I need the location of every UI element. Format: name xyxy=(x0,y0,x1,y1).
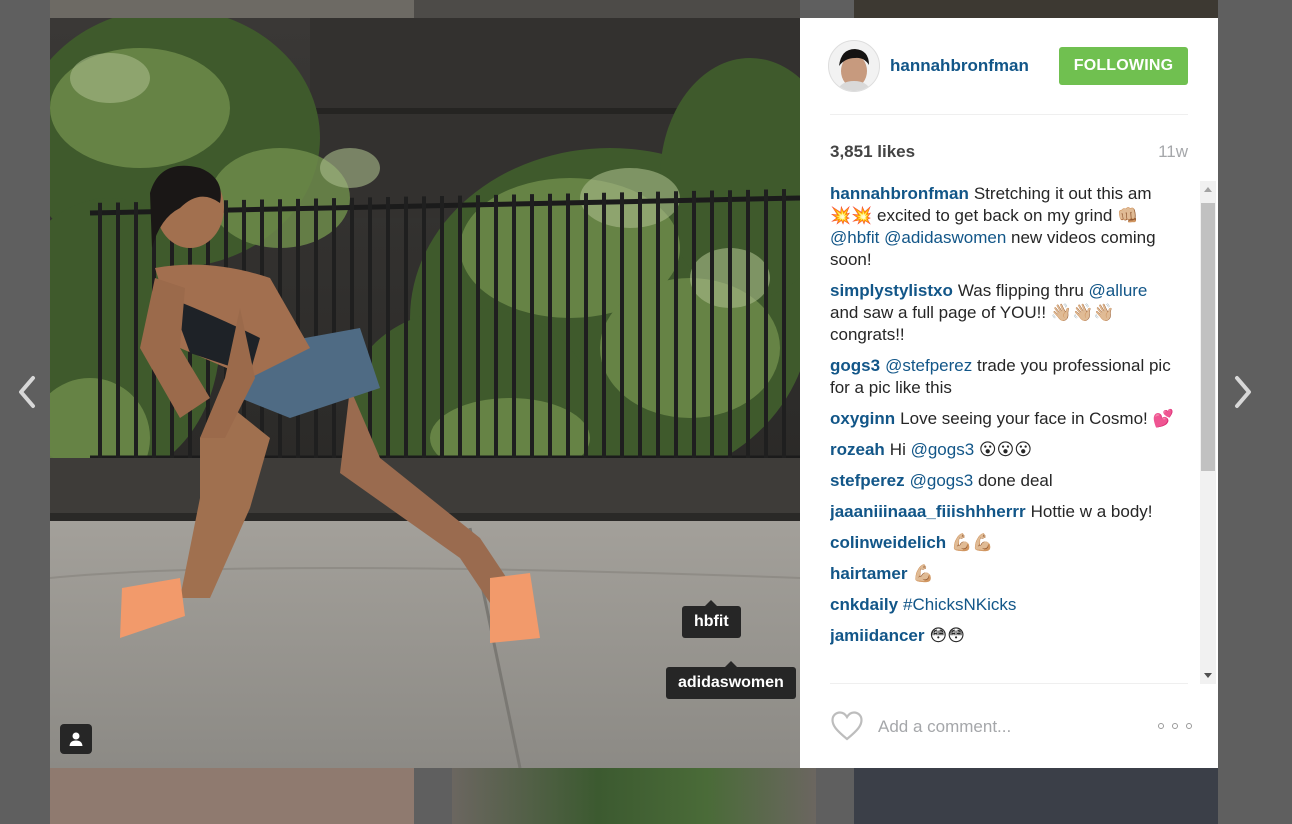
comment-item: stefperez @gogs3 done deal xyxy=(830,470,1175,492)
comment-text: done deal xyxy=(973,471,1053,490)
comment-username[interactable]: rozeah xyxy=(830,440,885,459)
comment-text: 😮😮😮 xyxy=(974,440,1033,459)
comment-text: 😳😳 xyxy=(929,626,965,645)
like-count[interactable]: 3,851 likes xyxy=(830,142,915,162)
post-sidebar: hannahbronfman FOLLOWING 3,851 likes 11w… xyxy=(800,18,1218,768)
scrollbar-thumb[interactable] xyxy=(1201,203,1215,471)
comment-text: 💪🏼 xyxy=(912,564,934,583)
ellipsis-icon xyxy=(1172,723,1178,729)
post-header: hannahbronfman FOLLOWING xyxy=(828,40,1188,92)
following-button[interactable]: FOLLOWING xyxy=(1059,47,1188,85)
comment-input[interactable] xyxy=(876,710,1130,744)
more-options-button[interactable] xyxy=(1158,716,1192,736)
comment-username[interactable]: colinweidelich xyxy=(830,533,946,552)
photo-tag-label: adidaswomen xyxy=(678,674,784,691)
photo-tag-hbfit[interactable]: hbfit xyxy=(682,600,741,638)
previous-post-button[interactable] xyxy=(2,362,52,422)
comment-username[interactable]: simplystylistxo xyxy=(830,281,953,300)
tagged-people-button[interactable] xyxy=(60,724,92,754)
ellipsis-icon xyxy=(1158,723,1164,729)
comment-item: jaaaniiinaaa_fiiishhherrr Hottie w a body… xyxy=(830,501,1175,523)
heart-icon[interactable] xyxy=(830,710,864,742)
background-tile xyxy=(50,0,414,18)
post-photo[interactable]: hbfit adidaswomen xyxy=(50,18,800,768)
chevron-right-icon xyxy=(1235,376,1251,408)
user-tag-icon xyxy=(69,732,83,746)
chevron-left-icon xyxy=(19,376,35,408)
comment-item: gogs3 @stefperez trade you professional p… xyxy=(830,355,1175,399)
comment-item: colinweidelich 💪🏼💪🏼 xyxy=(830,532,1175,554)
divider xyxy=(830,114,1188,115)
divider xyxy=(830,683,1188,684)
post-username[interactable]: hannahbronfman xyxy=(890,56,1029,76)
comment-item: hannahbronfman Stretching it out this am … xyxy=(830,183,1175,271)
comment-username[interactable]: jamiidancer xyxy=(830,626,925,645)
comment-item: jamiidancer 😳😳 xyxy=(830,625,1175,647)
comment-text: Hi xyxy=(889,440,911,459)
comments-scrollbar[interactable] xyxy=(1200,181,1216,684)
comment-username[interactable]: gogs3 xyxy=(830,356,880,375)
comment-mention[interactable]: @gogs3 xyxy=(911,440,975,459)
comment-item: simplystylistxo Was flipping thru @allure… xyxy=(830,280,1175,346)
comment-username[interactable]: hannahbronfman xyxy=(830,184,969,203)
scroll-up-arrow-icon[interactable] xyxy=(1204,187,1212,192)
comment-username[interactable]: oxyginn xyxy=(830,409,895,428)
background-tile xyxy=(854,768,1218,824)
scroll-down-arrow-icon[interactable] xyxy=(1204,673,1212,678)
avatar[interactable] xyxy=(828,40,880,92)
avatar-image xyxy=(829,41,879,91)
background-tile xyxy=(50,768,414,824)
comment-text: Was flipping thru xyxy=(957,281,1089,300)
comment-username[interactable]: jaaaniiinaaa_fiiishhherrr xyxy=(830,502,1026,521)
comment-list[interactable]: hannahbronfman Stretching it out this am … xyxy=(830,183,1198,683)
ellipsis-icon xyxy=(1186,723,1192,729)
comment-item: oxyginn Love seeing your face in Cosmo! 💕 xyxy=(830,408,1175,430)
comment-mention[interactable]: @hbfit xyxy=(830,228,879,247)
photo-tag-adidaswomen[interactable]: adidaswomen xyxy=(666,661,796,699)
comment-username[interactable]: hairtamer xyxy=(830,564,907,583)
comment-text: trade you professional pic for a pic lik… xyxy=(830,356,1171,397)
comment-mention[interactable]: @gogs3 xyxy=(910,471,974,490)
comment-item: rozeah Hi @gogs3 😮😮😮 xyxy=(830,439,1175,461)
next-post-button[interactable] xyxy=(1218,362,1268,422)
comment-mention[interactable]: @adidaswomen xyxy=(884,228,1006,247)
comment-username[interactable]: stefperez xyxy=(830,471,905,490)
comment-item: cnkdaily #ChicksNKicks xyxy=(830,594,1175,616)
comment-text: 💪🏼💪🏼 xyxy=(951,533,994,552)
comment-item: hairtamer 💪🏼 xyxy=(830,563,1175,585)
comment-username[interactable]: cnkdaily xyxy=(830,595,898,614)
post-modal: hbfit adidaswomen hannahbronfman FOLLOWI… xyxy=(50,18,1218,768)
comment-text: and saw a full page of YOU!! 👋🏼👋🏼👋🏼 cong… xyxy=(830,303,1115,344)
comment-mention[interactable]: @allure xyxy=(1089,281,1148,300)
background-tile xyxy=(414,0,800,18)
background-tile xyxy=(854,0,1218,18)
background-tile xyxy=(452,768,816,824)
comment-mention[interactable]: @stefperez xyxy=(885,356,972,375)
photo-scene xyxy=(50,18,800,768)
comment-mention[interactable]: #ChicksNKicks xyxy=(903,595,1016,614)
comment-text: Hottie w a body! xyxy=(1030,502,1153,521)
post-age[interactable]: 11w xyxy=(1158,142,1188,162)
photo-tag-label: hbfit xyxy=(694,613,729,630)
comment-text: Love seeing your face in Cosmo! 💕 xyxy=(900,409,1174,428)
